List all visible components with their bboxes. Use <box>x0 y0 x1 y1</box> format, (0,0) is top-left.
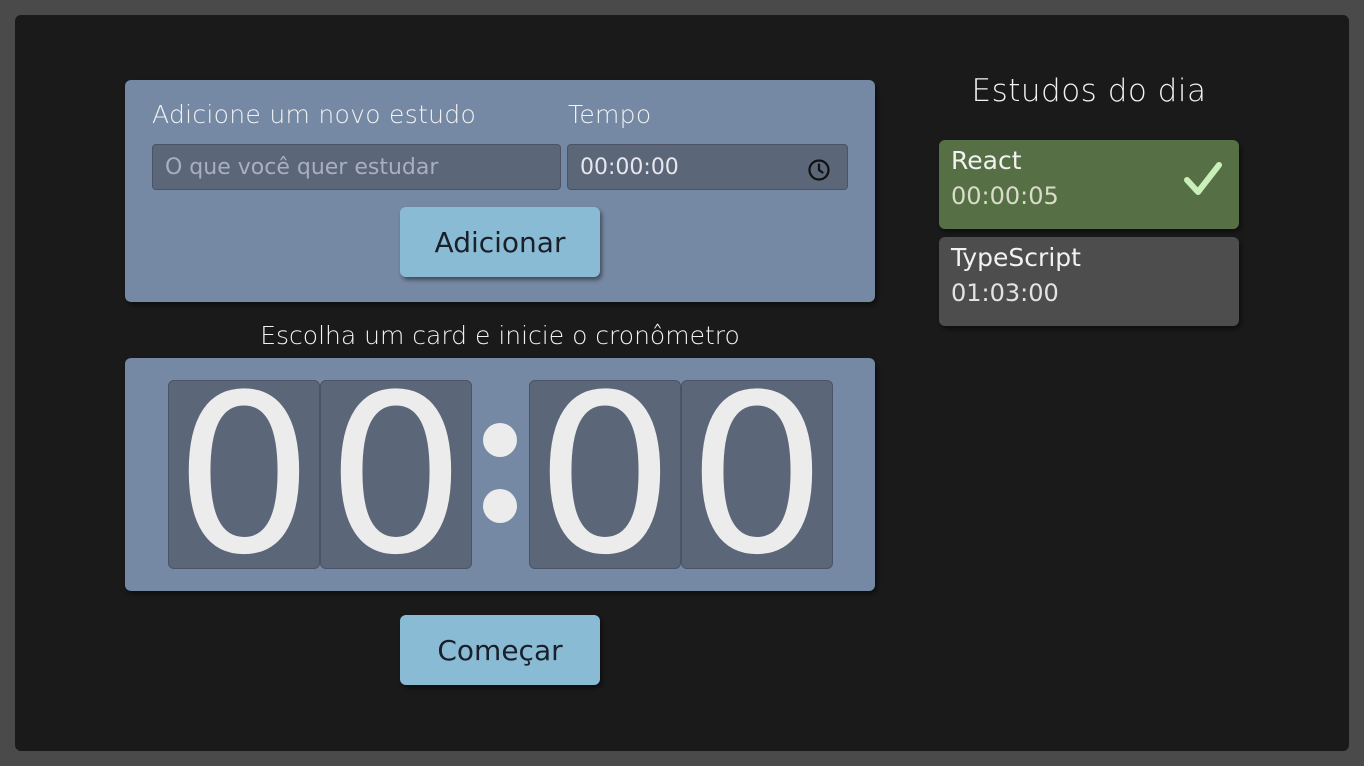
new-study-form: Adicione um novo estudo Tempo O que você… <box>125 80 875 302</box>
study-input[interactable]: O que você quer estudar <box>152 144 561 190</box>
svg-text:0: 0 <box>174 380 313 569</box>
study-card-time: 01:03:00 <box>951 279 1059 307</box>
seconds-ones-digit: 0 <box>681 380 833 569</box>
time-label: Tempo <box>568 100 652 129</box>
minutes-tens-digit: 0 <box>168 380 320 569</box>
stopwatch: 0 0 0 0 <box>125 358 875 591</box>
study-input-placeholder: O que você quer estudar <box>165 154 439 180</box>
timer-hint: Escolha um card e inicie o cronômetro <box>260 321 740 350</box>
svg-text:0: 0 <box>687 380 826 569</box>
colon-bottom-dot <box>483 489 517 523</box>
time-input[interactable]: 00:00:00 <box>567 144 848 190</box>
start-button[interactable]: Começar <box>400 615 600 685</box>
study-card-time: 00:00:05 <box>951 182 1059 210</box>
seconds-tens-digit: 0 <box>529 380 681 569</box>
study-label: Adicione um novo estudo <box>152 100 477 129</box>
svg-text:0: 0 <box>535 380 674 569</box>
add-button[interactable]: Adicionar <box>400 207 600 277</box>
time-input-value: 00:00:00 <box>580 154 679 180</box>
check-icon <box>1183 160 1223 202</box>
study-card-react[interactable]: React 00:00:05 <box>939 140 1239 229</box>
study-card-typescript[interactable]: TypeScript 01:03:00 <box>939 237 1239 326</box>
sidebar-title: Estudos do dia <box>971 73 1207 109</box>
svg-text:0: 0 <box>326 380 465 569</box>
app-window: Adicione um novo estudo Tempo O que você… <box>15 15 1349 751</box>
study-card-name: TypeScript <box>951 243 1081 272</box>
study-card-name: React <box>951 146 1022 175</box>
colon-top-dot <box>483 423 517 457</box>
minutes-ones-digit: 0 <box>320 380 472 569</box>
clock-icon[interactable] <box>807 158 831 188</box>
